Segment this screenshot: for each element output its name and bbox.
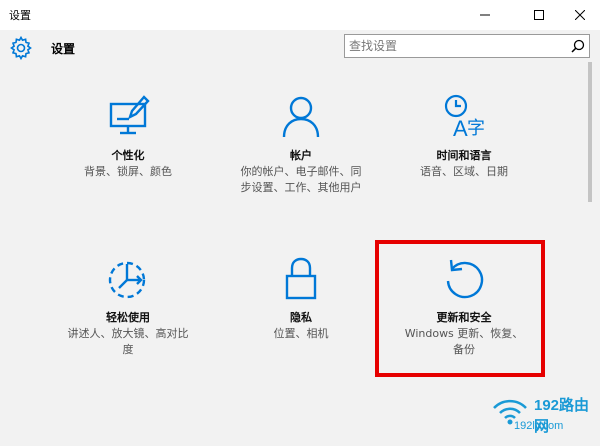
tile-label: 帐户 bbox=[290, 149, 312, 162]
page-title: 设置 bbox=[51, 42, 76, 56]
tile-label: 个性化 bbox=[111, 149, 145, 162]
tile-description: 位置、相机 bbox=[273, 327, 329, 340]
tile-privacy[interactable]: 隐私 位置、相机 bbox=[231, 254, 371, 342]
tile-accounts[interactable]: 帐户 你的帐户、电子邮件、同步设置、工作、其他用户 bbox=[231, 92, 371, 196]
tile-label: 轻松使用 bbox=[106, 311, 150, 324]
scrollbar[interactable] bbox=[588, 62, 592, 202]
close-icon bbox=[575, 10, 585, 20]
tile-label: 时间和语言 bbox=[436, 149, 492, 162]
tile-description: 讲述人、放大镜、高对比度 bbox=[67, 327, 189, 356]
tile-ease-of-access[interactable]: 轻松使用 讲述人、放大镜、高对比度 bbox=[58, 254, 198, 358]
maximize-button[interactable] bbox=[516, 0, 562, 30]
window-title: 设置 bbox=[9, 9, 31, 22]
gear-icon bbox=[10, 36, 32, 60]
tile-label: 隐私 bbox=[290, 311, 312, 324]
watermark: 192路由网 192ly.com bbox=[486, 392, 600, 446]
highlight-box bbox=[375, 240, 545, 377]
close-button[interactable] bbox=[560, 0, 600, 30]
tile-description: 你的帐户、电子邮件、同步设置、工作、其他用户 bbox=[240, 165, 362, 194]
user-icon bbox=[282, 96, 320, 138]
search-icon bbox=[571, 39, 585, 53]
time-language-icon: A 字 bbox=[444, 94, 485, 141]
title-bar: 设置 bbox=[0, 0, 600, 30]
watermark-site: 192ly.com bbox=[514, 420, 564, 432]
svg-text:字: 字 bbox=[467, 118, 485, 139]
tile-description: 背景、锁屏、颜色 bbox=[84, 165, 172, 178]
tile-personalization[interactable]: 个性化 背景、锁屏、颜色 bbox=[58, 92, 198, 180]
lock-icon bbox=[285, 257, 317, 300]
tile-time-language[interactable]: A 字 时间和语言 语音、区域、日期 bbox=[394, 92, 534, 180]
personalization-icon bbox=[109, 95, 150, 135]
ease-of-access-icon bbox=[108, 261, 146, 299]
svg-text:A: A bbox=[453, 116, 468, 141]
tile-description: 语音、区域、日期 bbox=[420, 165, 508, 178]
search-box[interactable] bbox=[344, 34, 590, 58]
minimize-icon bbox=[480, 14, 490, 16]
maximize-icon bbox=[534, 10, 544, 20]
search-input[interactable] bbox=[345, 35, 567, 57]
minimize-button[interactable] bbox=[462, 0, 508, 30]
search-button[interactable] bbox=[567, 35, 589, 57]
